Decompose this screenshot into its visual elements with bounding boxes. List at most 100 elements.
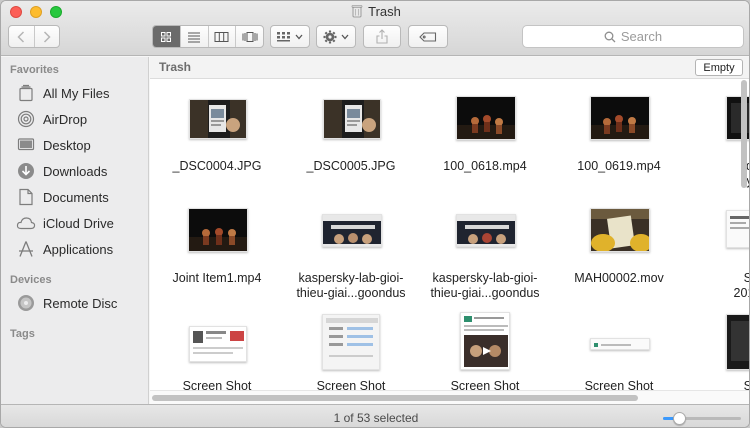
icon-size-slider-knob[interactable] [673, 412, 686, 425]
file-thumbnail [456, 96, 516, 140]
file-name: 100_0618.mp4 [443, 159, 527, 173]
sidebar-item-label: Remote Disc [43, 295, 118, 311]
all-files-icon [16, 83, 36, 103]
view-mode-group [152, 25, 264, 48]
sidebar-item-remote-disc[interactable]: Remote Disc [16, 292, 117, 314]
cloud-icon [16, 213, 36, 233]
cover-flow-icon [242, 31, 258, 42]
tag-button[interactable] [408, 25, 448, 48]
icon-grid-icon [161, 31, 172, 42]
file-item[interactable]: Screen Shot [552, 312, 686, 393]
icon-size-slider[interactable] [663, 412, 741, 425]
sidebar-item-label: Downloads [43, 163, 108, 179]
sidebar-item-airdrop[interactable]: AirDrop [16, 108, 87, 130]
horizontal-scrollbar[interactable] [150, 390, 749, 404]
status-bar: 1 of 53 selected [1, 404, 749, 427]
file-thumbnail [188, 208, 248, 252]
file-item[interactable]: Screen Shot [284, 312, 418, 393]
arrange-button[interactable] [270, 25, 310, 48]
file-browser: Trash Empty _DSC0004.JPG _DSC0005.JPG 10… [150, 57, 749, 404]
arrange-grid-icon [277, 31, 290, 41]
file-item[interactable]: Joint Item1.mp4 [150, 192, 284, 304]
chevron-down-icon [295, 34, 303, 39]
sidebar-item-icloud-drive[interactable]: iCloud Drive [16, 212, 114, 234]
window-title: Trash [1, 4, 749, 21]
chevron-left-icon [17, 30, 25, 43]
file-name: MAH00002.mov [574, 271, 664, 285]
back-button[interactable] [9, 26, 34, 47]
file-name: thieu-giai...goondus [296, 286, 406, 300]
file-thumbnail [456, 214, 516, 247]
file-item[interactable]: 100_0618.mp4 [418, 80, 552, 180]
search-field[interactable]: Search [522, 25, 744, 48]
selection-status: 1 of 53 selected [333, 411, 419, 425]
cover-flow-button[interactable] [235, 26, 263, 47]
file-thumbnail [726, 210, 749, 248]
tag-icon [419, 31, 437, 42]
location-title: Trash [159, 60, 192, 74]
vertical-scrollbar[interactable] [739, 80, 749, 188]
sidebar-item-documents[interactable]: Documents [16, 186, 109, 208]
file-item[interactable]: kaspersky-lab-gioi- thieu-giai...goondus [418, 192, 552, 304]
back-forward-group [8, 25, 60, 48]
chevron-down-icon [341, 34, 349, 39]
icon-grid: _DSC0004.JPG _DSC0005.JPG 100_0618.mp4 1… [150, 80, 749, 393]
sidebar-item-applications[interactable]: Applications [16, 238, 113, 260]
file-name: Scr [686, 271, 749, 286]
gear-icon [323, 30, 337, 43]
file-thumbnail [189, 326, 247, 362]
sidebar-item-label: Documents [43, 189, 109, 205]
sidebar: Favorites All My Files AirDrop Desktop D… [1, 57, 149, 404]
file-thumbnail [323, 99, 381, 139]
columns-icon [214, 31, 229, 42]
file-name: kaspersky-lab-gioi- [298, 271, 404, 285]
documents-icon [16, 187, 36, 207]
file-thumbnail [322, 314, 380, 370]
vertical-scroll-thumb[interactable] [741, 80, 747, 188]
airdrop-icon [16, 109, 36, 129]
column-view-button[interactable] [207, 26, 236, 47]
sidebar-item-label: iCloud Drive [43, 215, 114, 231]
search-icon [604, 31, 616, 42]
file-item[interactable]: _DSC0005.JPG [284, 80, 418, 180]
sidebar-section-devices: Devices [10, 274, 52, 286]
applications-icon [16, 239, 36, 259]
path-bar: Trash Empty [150, 57, 749, 79]
forward-button[interactable] [33, 26, 59, 47]
empty-trash-button[interactable]: Empty [695, 59, 743, 76]
file-item[interactable]: Scr 2017-0 [686, 192, 749, 304]
file-thumbnail [590, 338, 650, 350]
file-name: Joint Item1.mp4 [172, 271, 262, 285]
file-item[interactable]: 100_0619.mp4 [552, 80, 686, 180]
list-icon [188, 32, 201, 42]
file-name: kaspersky-lab-gioi- [432, 271, 538, 285]
downloads-icon [16, 161, 36, 181]
file-item[interactable]: Scr [686, 312, 749, 393]
sidebar-section-tags: Tags [10, 328, 35, 340]
file-item[interactable]: kaspersky-lab-gioi- thieu-giai...goondus [284, 192, 418, 304]
trash-icon [351, 4, 363, 21]
sidebar-item-label: AirDrop [43, 111, 88, 127]
file-item[interactable]: Screen Shot [418, 312, 552, 393]
sidebar-item-downloads[interactable]: Downloads [16, 160, 107, 182]
sidebar-section-favorites: Favorites [10, 64, 59, 76]
file-thumbnail [189, 99, 247, 139]
window-title-text: Trash [368, 4, 401, 19]
search-placeholder: Search [620, 29, 663, 44]
horizontal-scroll-thumb[interactable] [152, 395, 638, 401]
file-item[interactable]: MAH00002.mov [552, 192, 686, 304]
disc-icon [16, 293, 36, 313]
file-thumbnail [590, 96, 650, 140]
file-thumbnail [726, 314, 749, 370]
file-item[interactable]: Screen Shot [150, 312, 284, 393]
sidebar-item-all-my-files[interactable]: All My Files [16, 82, 109, 104]
sidebar-item-label: Applications [43, 241, 114, 257]
chevron-right-icon [43, 30, 51, 43]
icon-view-button[interactable] [153, 26, 180, 47]
file-thumbnail [460, 312, 510, 370]
share-button[interactable] [363, 25, 401, 48]
action-button[interactable] [316, 25, 356, 48]
list-view-button[interactable] [179, 26, 208, 47]
sidebar-item-desktop[interactable]: Desktop [16, 134, 91, 156]
file-item[interactable]: _DSC0004.JPG [150, 80, 284, 180]
